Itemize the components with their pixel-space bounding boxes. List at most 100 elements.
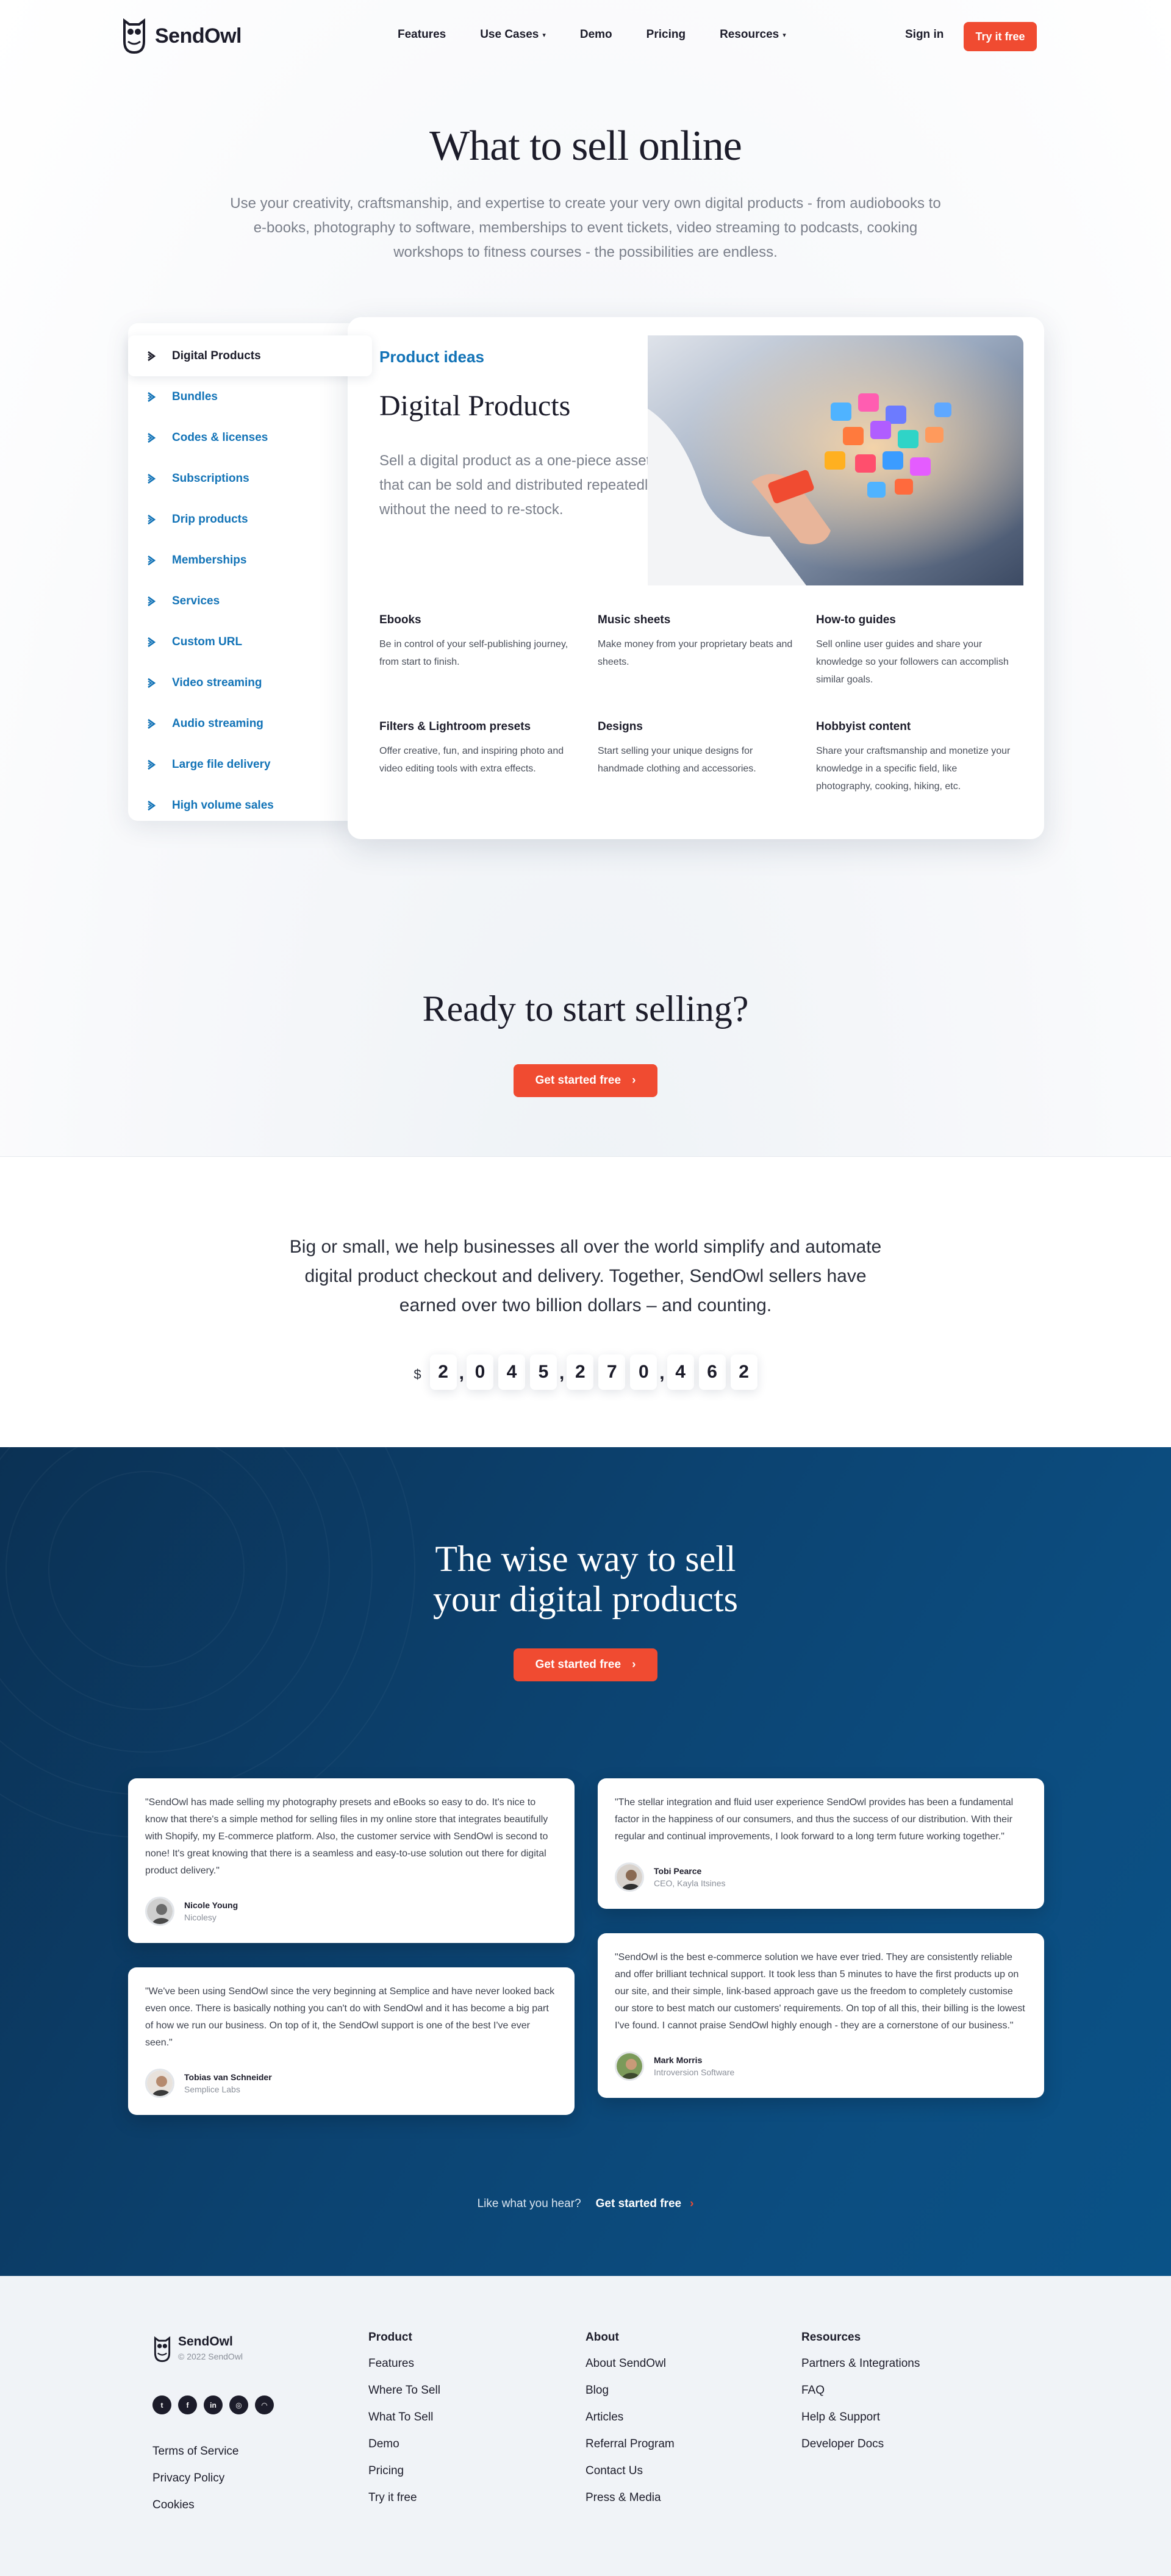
feature-text: Offer creative, fun, and inspiring photo… — [379, 746, 564, 774]
footer-link[interactable]: Blog — [586, 2377, 675, 2404]
sidebar-item-label: Memberships — [172, 553, 247, 567]
cookies-link[interactable]: Cookies — [152, 2492, 238, 2519]
wise-way-section: The wise way to sell your digital product… — [0, 1447, 1171, 2276]
nav-features[interactable]: Features — [398, 28, 446, 41]
site-header: SendOwl Features Use Cases ▾ Demo Pricing… — [0, 0, 1171, 73]
digit-separator: , — [559, 1363, 565, 1383]
nav-label: Use Cases — [480, 28, 539, 41]
feature-title: Designs — [598, 720, 643, 733]
footer-link[interactable]: Articles — [586, 2404, 675, 2431]
sidebar-item-large-file-delivery[interactable]: Large file delivery — [128, 744, 360, 785]
chevron-right-icon — [148, 514, 156, 524]
ready-section: Ready to start selling? Get started free… — [0, 909, 1171, 1156]
instagram-icon[interactable]: ◎ — [229, 2395, 248, 2414]
hero-section: What to sell online Use your creativity,… — [0, 73, 1171, 323]
testimonial-author: Mark Morris Introversion Software — [615, 2052, 1027, 2081]
sidebar-item-label: High volume sales — [172, 798, 274, 812]
chevron-right-icon — [148, 678, 156, 688]
footer-link[interactable]: Pricing — [368, 2458, 440, 2485]
nav-resources[interactable]: Resources ▾ — [720, 28, 786, 41]
footer-link[interactable]: Demo — [368, 2431, 440, 2458]
footer-column-about: About About SendOwl Blog Articles Referr… — [586, 2331, 675, 2511]
logo[interactable]: SendOwl — [121, 17, 242, 55]
nav-label: Features — [398, 28, 446, 41]
terms-link[interactable]: Terms of Service — [152, 2438, 238, 2465]
digit-separator: , — [459, 1363, 464, 1383]
footer-link[interactable]: Developer Docs — [801, 2431, 920, 2458]
footer-link[interactable]: Partners & Integrations — [801, 2350, 920, 2377]
testimonial-quote: "The stellar integration and fluid user … — [615, 1797, 1014, 1842]
footer-link[interactable]: What To Sell — [368, 2404, 440, 2431]
sidebar-item-label: Video streaming — [172, 676, 262, 689]
chevron-right-icon: › — [690, 2197, 694, 2210]
footer-link[interactable]: Help & Support — [801, 2404, 920, 2431]
owl-logo-icon — [154, 2336, 171, 2363]
testimonials-left: "SendOwl has made selling my photography… — [128, 1778, 575, 2139]
get-started-button[interactable]: Get started free › — [514, 1648, 657, 1681]
sidebar-item-subscriptions[interactable]: Subscriptions — [128, 458, 360, 499]
testimonial-card: "The stellar integration and fluid user … — [598, 1778, 1044, 1909]
footer-column-product: Product Features Where To Sell What To S… — [368, 2331, 440, 2511]
chevron-down-icon: ▾ — [782, 31, 786, 39]
sidebar-item-label: Subscriptions — [172, 471, 249, 485]
nav-label: Demo — [579, 28, 612, 41]
twitter-icon[interactable]: t — [152, 2395, 171, 2414]
sidebar-item-custom-url[interactable]: Custom URL — [128, 621, 360, 662]
counter-digit: 2 — [567, 1354, 594, 1390]
footer-link[interactable]: Try it free — [368, 2485, 440, 2511]
sidebar-item-audio-streaming[interactable]: Audio streaming — [128, 703, 360, 744]
sidebar-item-label: Drip products — [172, 512, 248, 526]
rss-icon[interactable]: ◠ — [255, 2395, 274, 2414]
get-started-button[interactable]: Get started free › — [514, 1064, 657, 1097]
like-get-started-link[interactable]: Get started free — [596, 2197, 681, 2210]
nav-label: Pricing — [646, 28, 686, 41]
footer-link[interactable]: Where To Sell — [368, 2377, 440, 2404]
footer-link[interactable]: Press & Media — [586, 2485, 675, 2511]
footer-link[interactable]: Contact Us — [586, 2458, 675, 2485]
sidebar-item-label: Services — [172, 594, 220, 607]
ready-title: Ready to start selling? — [422, 989, 749, 1029]
testimonial-quote: "SendOwl has made selling my photography… — [145, 1797, 548, 1876]
author-role: CEO, Kayla Itsines — [654, 1878, 726, 1888]
nav-demo[interactable]: Demo — [580, 28, 612, 41]
author-role: Introversion Software — [654, 2067, 735, 2077]
earnings-counter: $2, 0 4 5, 2 7 0, 4 6 2 — [0, 1354, 1171, 1390]
feature-text: Start selling your unique designs for ha… — [598, 746, 756, 774]
feature-how-to-guides: How-to guides Sell online user guides and… — [816, 614, 1014, 689]
testimonial-card: "We've been using SendOwl since the very… — [128, 1967, 575, 2115]
owl-logo-icon — [123, 18, 145, 54]
sidebar-item-drip-products[interactable]: Drip products — [128, 499, 360, 540]
facebook-icon[interactable]: f — [178, 2395, 197, 2414]
privacy-link[interactable]: Privacy Policy — [152, 2465, 238, 2492]
sidebar-item-digital-products[interactable]: Digital Products — [128, 335, 372, 376]
wise-title: The wise way to sell your digital product… — [0, 1447, 1171, 1619]
feature-filters-presets: Filters & Lightroom presets Offer creativ… — [379, 720, 598, 795]
wise-title-line2: your digital products — [433, 1579, 738, 1619]
avatar — [615, 2052, 644, 2081]
footer-logo[interactable]: SendOwl © 2022 SendOwl — [152, 2334, 243, 2364]
social-links: t f in ◎ ◠ — [152, 2395, 274, 2414]
footer-link[interactable]: About SendOwl — [586, 2350, 675, 2377]
nav-pricing[interactable]: Pricing — [646, 28, 686, 41]
sidebar-item-video-streaming[interactable]: Video streaming — [128, 662, 360, 703]
earnings-counter-section: Big or small, we help businesses all ove… — [0, 1157, 1171, 1447]
counter-digit: 0 — [466, 1354, 493, 1390]
sidebar-item-bundles[interactable]: Bundles — [128, 376, 360, 417]
linkedin-icon[interactable]: in — [204, 2395, 223, 2414]
cta-label: Get started free — [535, 1074, 621, 1087]
sidebar-item-high-volume-sales[interactable]: High volume sales — [128, 785, 360, 826]
chevron-down-icon: ▾ — [542, 31, 546, 39]
try-it-free-button[interactable]: Try it free — [964, 22, 1037, 51]
testimonials-right: "The stellar integration and fluid user … — [598, 1778, 1044, 2122]
footer-link[interactable]: FAQ — [801, 2377, 920, 2404]
sign-in-link[interactable]: Sign in — [905, 28, 944, 41]
sidebar-item-codes-licenses[interactable]: Codes & licenses — [128, 417, 360, 458]
footer-link[interactable]: Referral Program — [586, 2431, 675, 2458]
counter-digit: 4 — [667, 1354, 694, 1390]
sidebar-item-services[interactable]: Services — [128, 581, 360, 621]
sidebar-item-memberships[interactable]: Memberships — [128, 540, 360, 581]
chevron-right-icon — [148, 555, 156, 565]
footer-link[interactable]: Features — [368, 2350, 440, 2377]
nav-use-cases[interactable]: Use Cases ▾ — [480, 28, 546, 41]
chevron-right-icon — [148, 473, 156, 484]
